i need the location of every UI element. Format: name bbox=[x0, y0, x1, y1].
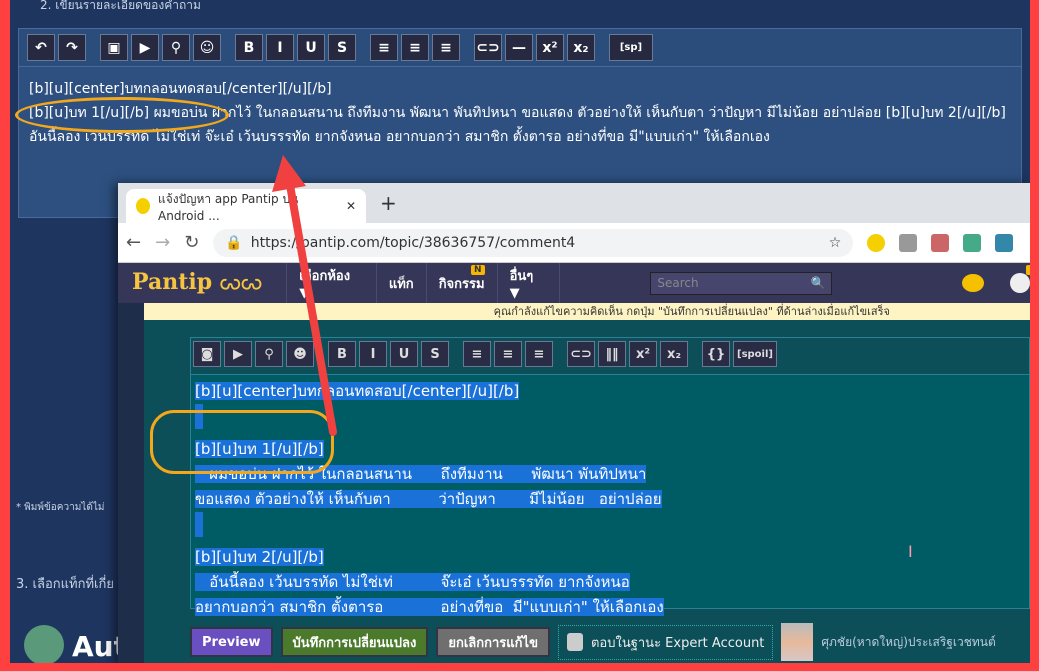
background-page: 2. เขียนรายละเอียดของคำถาม ↶ ↷ ▣ ▶ ⚲ ☺ B I U S ≡ ≡ ≡… bbox=[10, 0, 1030, 663]
red-arrow-icon bbox=[272, 155, 337, 436]
